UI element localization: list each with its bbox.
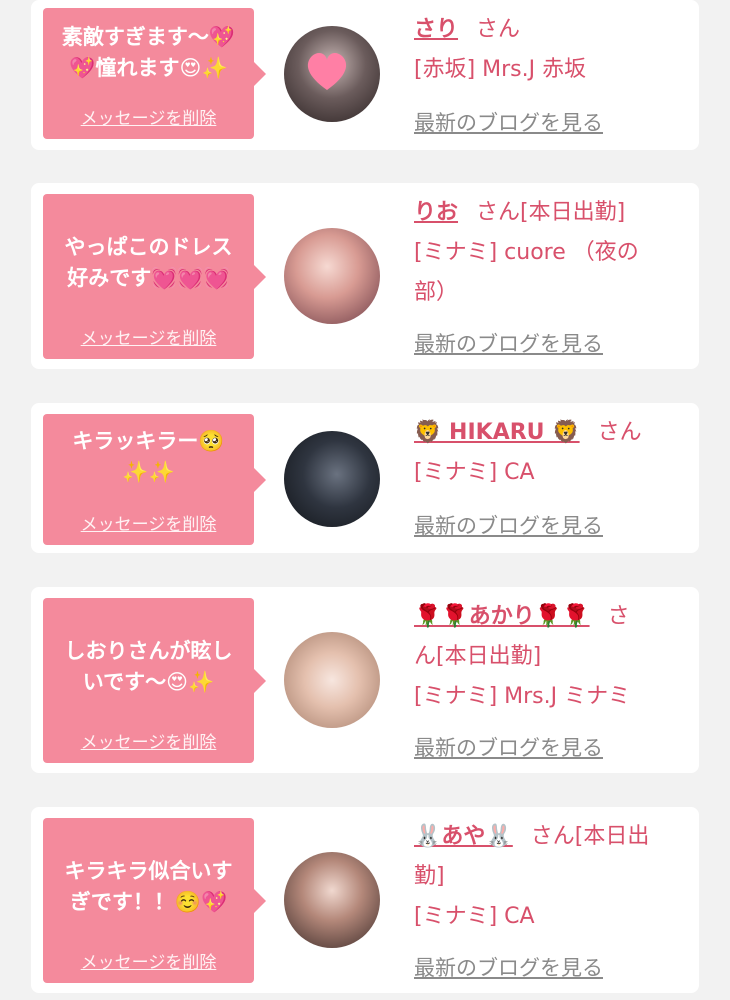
- message-text-line-2: 好みです💓💓💓: [67, 266, 230, 290]
- message-text-line-2: 💖憧れます😍✨: [69, 56, 228, 80]
- honorific-cont: ん[本日出勤]: [414, 644, 542, 669]
- honorific: さん: [476, 17, 521, 42]
- shop-info: [ミナミ] cuore （夜の: [414, 240, 639, 265]
- profile-info: 🐰あや🐰 さん[本日出 勤] [ミナミ] CA: [414, 817, 689, 937]
- latest-blog-link[interactable]: 最新のブログを見る: [414, 510, 603, 540]
- profile-name-link[interactable]: 🦁 HIKARU 🦁: [414, 420, 580, 445]
- latest-blog-link[interactable]: 最新のブログを見る: [414, 107, 603, 137]
- message-bubble: キラキラ似合いす ぎです！！☺️💖 メッセージを削除: [43, 818, 266, 983]
- message-card: キラッキラー🥺 ✨✨ メッセージを削除 🦁 HIKARU 🦁 さん [ミナミ] C…: [31, 403, 699, 553]
- profile-info: さり さん [赤坂] Mrs.J 赤坂: [414, 10, 689, 90]
- message-card: キラキラ似合いす ぎです！！☺️💖 メッセージを削除 🐰あや🐰 さん[本日出 勤]…: [31, 807, 699, 993]
- avatar[interactable]: [284, 26, 380, 122]
- message-text-line-2: ぎです！！☺️💖: [69, 890, 228, 914]
- profile-info: 🦁 HIKARU 🦁 さん [ミナミ] CA: [414, 413, 689, 493]
- avatar[interactable]: [284, 632, 380, 728]
- shop-info: [ミナミ] CA: [414, 904, 535, 929]
- latest-blog-link[interactable]: 最新のブログを見る: [414, 952, 603, 982]
- message-text-line-1: しおりさんが眩し: [64, 639, 233, 663]
- profile-name-link[interactable]: りお: [414, 200, 458, 225]
- delete-message-link[interactable]: メッセージを削除: [43, 324, 254, 349]
- latest-blog-link[interactable]: 最新のブログを見る: [414, 732, 603, 762]
- message-bubble: やっぱこのドレス 好みです💓💓💓 メッセージを削除: [43, 194, 266, 359]
- delete-message-link[interactable]: メッセージを削除: [43, 104, 254, 129]
- shop-info: [赤坂] Mrs.J 赤坂: [414, 57, 587, 82]
- shop-info-cont: 部）: [414, 280, 459, 305]
- message-text-line-2: ✨✨: [122, 460, 175, 484]
- message-text-line-1: キラキラ似合いす: [64, 859, 233, 883]
- honorific: さ: [607, 604, 630, 629]
- honorific: さん[本日出勤]: [476, 200, 626, 225]
- message-text-line-1: 素敵すぎます〜💖: [61, 25, 236, 49]
- shop-info: [ミナミ] Mrs.J ミナミ: [414, 684, 631, 709]
- avatar[interactable]: [284, 852, 380, 948]
- message-text-line-1: やっぱこのドレス: [64, 235, 233, 259]
- avatar[interactable]: [284, 431, 380, 527]
- shop-info: [ミナミ] CA: [414, 460, 535, 485]
- delete-message-link[interactable]: メッセージを削除: [43, 728, 254, 753]
- avatar[interactable]: [284, 228, 380, 324]
- profile-info: りお さん[本日出勤] [ミナミ] cuore （夜の 部）: [414, 193, 689, 313]
- honorific: さん: [597, 420, 642, 445]
- latest-blog-link[interactable]: 最新のブログを見る: [414, 328, 603, 358]
- message-text-line-1: キラッキラー🥺: [72, 429, 225, 453]
- profile-info: 🌹🌹あかり🌹🌹 さ ん[本日出勤] [ミナミ] Mrs.J ミナミ: [414, 597, 689, 717]
- honorific: さん[本日出: [530, 824, 650, 849]
- delete-message-link[interactable]: メッセージを削除: [43, 510, 254, 535]
- message-card: しおりさんが眩し いです〜😍✨ メッセージを削除 🌹🌹あかり🌹🌹 さ ん[本日出勤…: [31, 587, 699, 773]
- heart-icon: [307, 53, 347, 90]
- profile-name-link[interactable]: 🐰あや🐰: [414, 824, 513, 849]
- message-card: やっぱこのドレス 好みです💓💓💓 メッセージを削除 りお さん[本日出勤] [ミナ…: [31, 183, 699, 369]
- message-bubble: キラッキラー🥺 ✨✨ メッセージを削除: [43, 414, 266, 545]
- delete-message-link[interactable]: メッセージを削除: [43, 948, 254, 973]
- honorific-cont: 勤]: [414, 864, 445, 889]
- profile-name-link[interactable]: 🌹🌹あかり🌹🌹: [414, 604, 590, 629]
- message-bubble: しおりさんが眩し いです〜😍✨ メッセージを削除: [43, 598, 266, 763]
- message-card: 素敵すぎます〜💖 💖憧れます😍✨ メッセージを削除 さり さん [赤坂] Mrs.…: [31, 0, 699, 150]
- message-text-line-2: いです〜😍✨: [82, 670, 215, 694]
- profile-name-link[interactable]: さり: [414, 17, 458, 42]
- message-bubble: 素敵すぎます〜💖 💖憧れます😍✨ メッセージを削除: [43, 8, 266, 139]
